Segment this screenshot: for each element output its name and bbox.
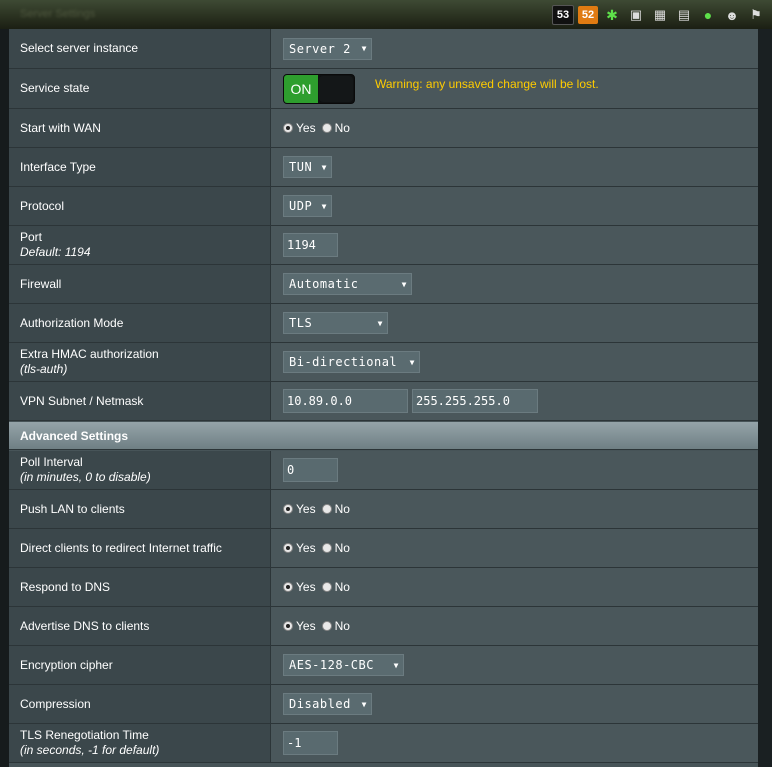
- hmac-select[interactable]: Bi-directional ▼: [283, 351, 420, 373]
- row-tls-renegotiation: TLS Renegotiation Time (in seconds, -1 fo…: [9, 724, 758, 763]
- row-service-state: Service state ON Warning: any unsaved ch…: [9, 69, 758, 109]
- chevron-down-icon: ▼: [361, 44, 367, 53]
- respond-dns-yes-radio[interactable]: Yes: [283, 580, 316, 594]
- left-margin: [0, 29, 9, 767]
- row-encryption-cipher: Encryption cipher AES-128-CBC ▼: [9, 646, 758, 685]
- service-state-toggle[interactable]: ON: [283, 73, 355, 104]
- chevron-down-icon: ▼: [321, 162, 327, 172]
- row-label: Select server instance: [9, 29, 271, 68]
- row-interface-type: Interface Type TUN ▼: [9, 148, 758, 187]
- title-bar: Server Settings 53 52 ✱ ▣ ▦ ▤ ● ☻ ⚑: [0, 0, 772, 30]
- radio-selected-icon: [283, 621, 293, 631]
- start-wan-no-radio[interactable]: No: [321, 121, 350, 135]
- push-lan-yes-radio[interactable]: Yes: [283, 502, 316, 516]
- radio-selected-icon: [283, 123, 293, 133]
- poll-interval-input[interactable]: 0: [283, 458, 338, 482]
- system-tray: 53 52 ✱ ▣ ▦ ▤ ● ☻ ⚑: [552, 5, 766, 25]
- row-server-instance: Select server instance Server 2 ▼: [9, 29, 758, 69]
- row-push-lan: Push LAN to clients Yes No: [9, 490, 758, 529]
- advertise-dns-yes-radio[interactable]: Yes: [283, 619, 316, 633]
- chevron-down-icon: ▼: [377, 318, 383, 328]
- tray-monitor-icon[interactable]: ▣: [626, 6, 646, 24]
- tray-counter-icon[interactable]: 53: [552, 5, 574, 25]
- chevron-down-icon: ▼: [393, 660, 399, 670]
- unsaved-warning: Warning: any unsaved change will be lost…: [375, 77, 599, 91]
- radio-selected-icon: [283, 504, 293, 514]
- tray-temperature-icon[interactable]: 52: [578, 6, 598, 24]
- interface-type-select[interactable]: TUN ▼: [283, 156, 332, 178]
- window-title: Server Settings: [20, 8, 96, 20]
- encryption-cipher-select[interactable]: AES-128-CBC ▼: [283, 654, 404, 676]
- chevron-down-icon: ▼: [321, 201, 327, 211]
- radio-unselected-icon: [321, 582, 332, 592]
- push-lan-no-radio[interactable]: No: [321, 502, 350, 516]
- netmask-input[interactable]: 255.255.255.0: [412, 389, 538, 413]
- right-margin: [758, 29, 772, 767]
- radio-selected-icon: [283, 582, 293, 592]
- chevron-down-icon: ▼: [401, 279, 407, 289]
- row-compression: Compression Disabled ▼: [9, 685, 758, 724]
- row-authorization-mode: Authorization Mode TLS ▼: [9, 304, 758, 343]
- row-respond-dns: Respond to DNS Yes No: [9, 568, 758, 607]
- radio-unselected-icon: [321, 621, 332, 631]
- authorization-mode-select[interactable]: TLS ▼: [283, 312, 388, 334]
- firewall-select[interactable]: Automatic ▼: [283, 273, 412, 295]
- redirect-no-radio[interactable]: No: [321, 541, 350, 555]
- tray-globe-icon[interactable]: ●: [698, 6, 718, 24]
- advanced-settings-header: Advanced Settings: [9, 422, 758, 450]
- tray-alien-icon[interactable]: ☻: [722, 6, 742, 24]
- row-firewall: Firewall Automatic ▼: [9, 265, 758, 304]
- respond-dns-no-radio[interactable]: No: [321, 580, 350, 594]
- row-poll-interval: Poll Interval (in minutes, 0 to disable) …: [9, 451, 758, 490]
- compression-select[interactable]: Disabled ▼: [283, 693, 372, 715]
- chevron-down-icon: ▼: [409, 357, 415, 367]
- row-vpn-subnet: VPN Subnet / Netmask 10.89.0.0 255.255.2…: [9, 382, 758, 421]
- subnet-input[interactable]: 10.89.0.0: [283, 389, 408, 413]
- tray-network-icon[interactable]: ▦: [650, 6, 670, 24]
- redirect-yes-radio[interactable]: Yes: [283, 541, 316, 555]
- radio-selected-icon: [283, 543, 293, 553]
- tray-drive-icon[interactable]: ▤: [674, 6, 694, 24]
- tray-gear-icon[interactable]: ✱: [602, 6, 622, 24]
- port-input[interactable]: 1194: [283, 233, 338, 257]
- radio-unselected-icon: [321, 504, 332, 514]
- row-advertise-dns: Advertise DNS to clients Yes No: [9, 607, 758, 646]
- tls-renegotiation-input[interactable]: -1: [283, 731, 338, 755]
- tray-flag-icon[interactable]: ⚑: [746, 6, 766, 24]
- start-wan-yes-radio[interactable]: Yes: [283, 121, 316, 135]
- server-instance-select[interactable]: Server 2 ▼: [283, 37, 372, 60]
- protocol-select[interactable]: UDP ▼: [283, 195, 332, 217]
- row-port: Port Default: 1194 1194: [9, 226, 758, 265]
- radio-unselected-icon: [321, 543, 332, 553]
- row-protocol: Protocol UDP ▼: [9, 187, 758, 226]
- radio-unselected-icon: [321, 123, 332, 133]
- advertise-dns-no-radio[interactable]: No: [321, 619, 350, 633]
- vpn-server-settings-panel: Select server instance Server 2 ▼ Service…: [9, 29, 758, 767]
- row-redirect-internet: Direct clients to redirect Internet traf…: [9, 529, 758, 568]
- toggle-knob: [319, 75, 353, 102]
- row-extra-hmac: Extra HMAC authorization (tls-auth) Bi-di…: [9, 343, 758, 382]
- row-start-with-wan: Start with WAN Yes No: [9, 109, 758, 148]
- chevron-down-icon: ▼: [361, 699, 367, 709]
